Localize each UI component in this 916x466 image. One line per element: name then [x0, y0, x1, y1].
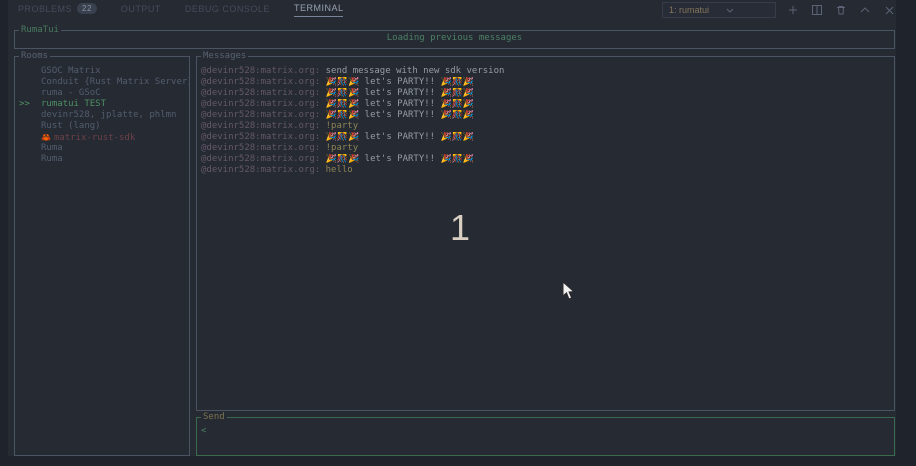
room-label: Rust (lang) — [41, 121, 101, 131]
message-body: !party — [326, 143, 359, 153]
split-terminal-icon[interactable] — [810, 3, 824, 17]
chevron-down-icon — [723, 3, 737, 17]
room-list-item[interactable]: Rust (lang) — [15, 121, 189, 132]
tab-output[interactable]: OUTPUT — [121, 4, 161, 17]
message-row: @devinr528:matrix.org: 🎉🎊🎉 let's PARTY!!… — [201, 154, 892, 165]
room-label: rumatui TEST — [41, 99, 106, 109]
message-body: 🎉🎊🎉 let's PARTY!! 🎉🎊🎉 — [326, 88, 475, 98]
terminal-picker-dropdown[interactable]: 1: rumatui — [662, 2, 776, 18]
room-list-item[interactable]: Conduit {Rust Matrix Server} — [15, 77, 189, 88]
message-row: @devinr528:matrix.org: 🎉🎊🎉 let's PARTY!!… — [201, 88, 892, 99]
room-label: devinr528, jplatte, phlmn — [41, 110, 176, 120]
room-label: ruma - GSoC — [41, 88, 101, 98]
tab-terminal[interactable]: TERMINAL — [294, 3, 344, 17]
message-row: @devinr528:matrix.org: 🎉🎊🎉 let's PARTY!!… — [201, 110, 892, 121]
room-label: Ruma — [41, 143, 63, 153]
message-sender: @devinr528:matrix.org: — [201, 121, 326, 131]
tab-output-label: OUTPUT — [121, 4, 161, 14]
message-body: 🎉🎊🎉 let's PARTY!! 🎉🎊🎉 — [326, 99, 475, 109]
message-sender: @devinr528:matrix.org: — [201, 165, 326, 175]
room-list-item[interactable]: >>rumatui TEST — [15, 99, 189, 110]
send-panel[interactable]: Send < — [196, 417, 895, 456]
close-panel-icon[interactable] — [882, 3, 896, 17]
room-list-item[interactable]: devinr528, jplatte, phlmn — [15, 110, 189, 121]
message-body: !party — [326, 121, 359, 131]
loading-status: Loading previous messages — [15, 33, 894, 43]
messages-title: Messages — [201, 51, 248, 62]
room-list-item[interactable]: Ruma — [15, 154, 189, 165]
rumatui-header-box: RumaTui Loading previous messages — [14, 30, 895, 49]
room-list-item[interactable]: ruma - GSoC — [15, 88, 189, 99]
rooms-panel: Rooms GSOC MatrixConduit {Rust Matrix Se… — [14, 56, 190, 456]
tab-terminal-label: TERMINAL — [294, 3, 344, 13]
message-row: @devinr528:matrix.org: 🎉🎊🎉 let's PARTY!!… — [201, 99, 892, 110]
message-sender: @devinr528:matrix.org: — [201, 77, 326, 87]
message-sender: @devinr528:matrix.org: — [201, 110, 326, 120]
tab-problems-label: PROBLEMS — [18, 4, 72, 14]
kill-terminal-trash-icon[interactable] — [834, 3, 848, 17]
message-row: @devinr528:matrix.org: 🎉🎊🎉 let's PARTY!!… — [201, 132, 892, 143]
message-sender: @devinr528:matrix.org: — [201, 66, 326, 76]
message-sender: @devinr528:matrix.org: — [201, 143, 326, 153]
room-label: Conduit {Rust Matrix Server} — [41, 77, 189, 87]
room-list-item[interactable]: 🦀matrix-rust-sdk — [15, 132, 189, 143]
message-sender: @devinr528:matrix.org: — [201, 88, 326, 98]
room-label: Ruma — [41, 154, 63, 164]
terminal-picker-value: 1: rumatui — [669, 5, 709, 15]
screen: { "panel_tabs": { "problems": "PROBLEMS"… — [0, 0, 916, 466]
message-row: @devinr528:matrix.org: !party — [201, 143, 892, 154]
maximize-panel-icon[interactable] — [858, 3, 872, 17]
room-label: matrix-rust-sdk — [54, 133, 135, 143]
room-list: GSOC MatrixConduit {Rust Matrix Server}r… — [15, 66, 189, 165]
message-body: 🎉🎊🎉 let's PARTY!! 🎉🎊🎉 — [326, 154, 475, 164]
tab-problems[interactable]: PROBLEMS 22 — [18, 3, 97, 17]
terminal-controls: 1: rumatui — [662, 2, 896, 18]
messages-panel: Messages @devinr528:matrix.org: send mes… — [196, 56, 895, 411]
panel-tab-bar: PROBLEMS 22 OUTPUT DEBUG CONSOLE TERMINA… — [18, 3, 343, 17]
message-list: @devinr528:matrix.org: send message with… — [201, 66, 892, 176]
message-row: @devinr528:matrix.org: !party — [201, 121, 892, 132]
rooms-title: Rooms — [19, 51, 50, 62]
send-title: Send — [201, 412, 227, 423]
room-label: GSOC Matrix — [41, 66, 101, 76]
message-sender: @devinr528:matrix.org: — [201, 99, 326, 109]
message-body: 🎉🎊🎉 let's PARTY!! 🎉🎊🎉 — [326, 132, 475, 142]
room-list-item[interactable]: Ruma — [15, 143, 189, 154]
tab-debug-console[interactable]: DEBUG CONSOLE — [185, 4, 270, 17]
room-list-item[interactable]: GSOC Matrix — [15, 66, 189, 77]
message-row: @devinr528:matrix.org: hello — [201, 165, 892, 176]
message-body: 🎉🎊🎉 let's PARTY!! 🎉🎊🎉 — [326, 77, 475, 87]
message-body: hello — [326, 165, 353, 175]
selected-room-marker: >> — [15, 99, 41, 110]
message-sender: @devinr528:matrix.org: — [201, 132, 326, 142]
keystroke-overlay: 1 — [440, 207, 480, 249]
message-row: @devinr528:matrix.org: 🎉🎊🎉 let's PARTY!!… — [201, 77, 892, 88]
message-body: 🎉🎊🎉 let's PARTY!! 🎉🎊🎉 — [326, 110, 475, 120]
message-sender: @devinr528:matrix.org: — [201, 154, 326, 164]
message-row: @devinr528:matrix.org: send message with… — [201, 66, 892, 77]
tab-debug-console-label: DEBUG CONSOLE — [185, 4, 270, 14]
mouse-cursor — [562, 281, 576, 305]
add-terminal-icon[interactable] — [786, 3, 800, 17]
send-input-prompt[interactable]: < — [201, 426, 206, 436]
message-body: send message with new sdk version — [326, 66, 505, 76]
crab-icon: 🦀 — [41, 133, 51, 142]
problems-count-badge: 22 — [77, 3, 97, 14]
